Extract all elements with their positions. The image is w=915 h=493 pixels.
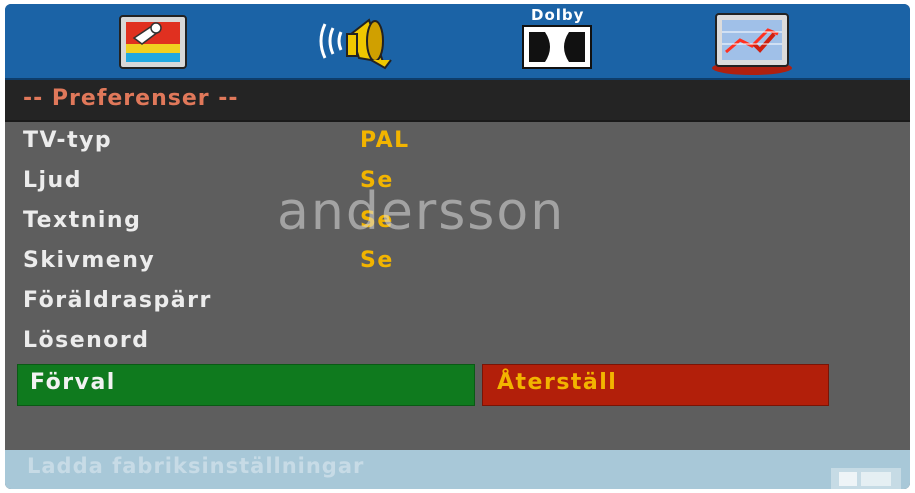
section-header: -- Preferenser -- (5, 80, 910, 122)
setting-label: Skivmeny (23, 248, 156, 273)
tab-general-setup[interactable] (112, 4, 192, 78)
reset-button[interactable]: Återställ (482, 364, 829, 406)
tab-audio-setup[interactable] (311, 4, 407, 78)
setting-label: TV-typ (23, 128, 113, 153)
setting-row-disc-menu[interactable]: Skivmeny Se (5, 244, 910, 284)
setting-label: Textning (23, 208, 142, 233)
setting-row-parental-lock[interactable]: Föräldraspärr (5, 284, 910, 324)
help-text: Ladda fabriksinställningar (27, 454, 365, 478)
tab-dolby-setup[interactable]: Dolby (517, 4, 597, 78)
setting-row-password[interactable]: Lösenord (5, 324, 910, 364)
section-title: -- Preferenser -- (23, 86, 239, 111)
setting-value: PAL (360, 128, 410, 153)
setting-label: Lösenord (23, 328, 150, 353)
setting-value: Se (360, 248, 394, 273)
dolby-label: Dolby (531, 6, 585, 24)
setting-label: Ljud (23, 168, 82, 193)
dvd-setup-menu: Dolby -- Preferenser -- TV-typ PAL Ljud … (5, 4, 910, 489)
reset-label: Återställ (497, 370, 618, 395)
default-label: Förval (30, 370, 116, 395)
channel-logo-icon (831, 468, 901, 489)
preferences-chart-icon (712, 13, 792, 75)
setting-row-tv-type[interactable]: TV-typ PAL (5, 124, 910, 164)
tab-preferences[interactable] (708, 4, 796, 78)
watermark-text: andersson (277, 182, 566, 242)
settings-picture-icon (119, 15, 187, 69)
speaker-icon (319, 18, 392, 70)
setting-label: Föräldraspärr (23, 288, 212, 313)
setup-tab-bar: Dolby (5, 4, 910, 80)
help-status-bar: Ladda fabriksinställningar (5, 450, 910, 489)
default-row-highlight[interactable]: Förval (17, 364, 475, 406)
